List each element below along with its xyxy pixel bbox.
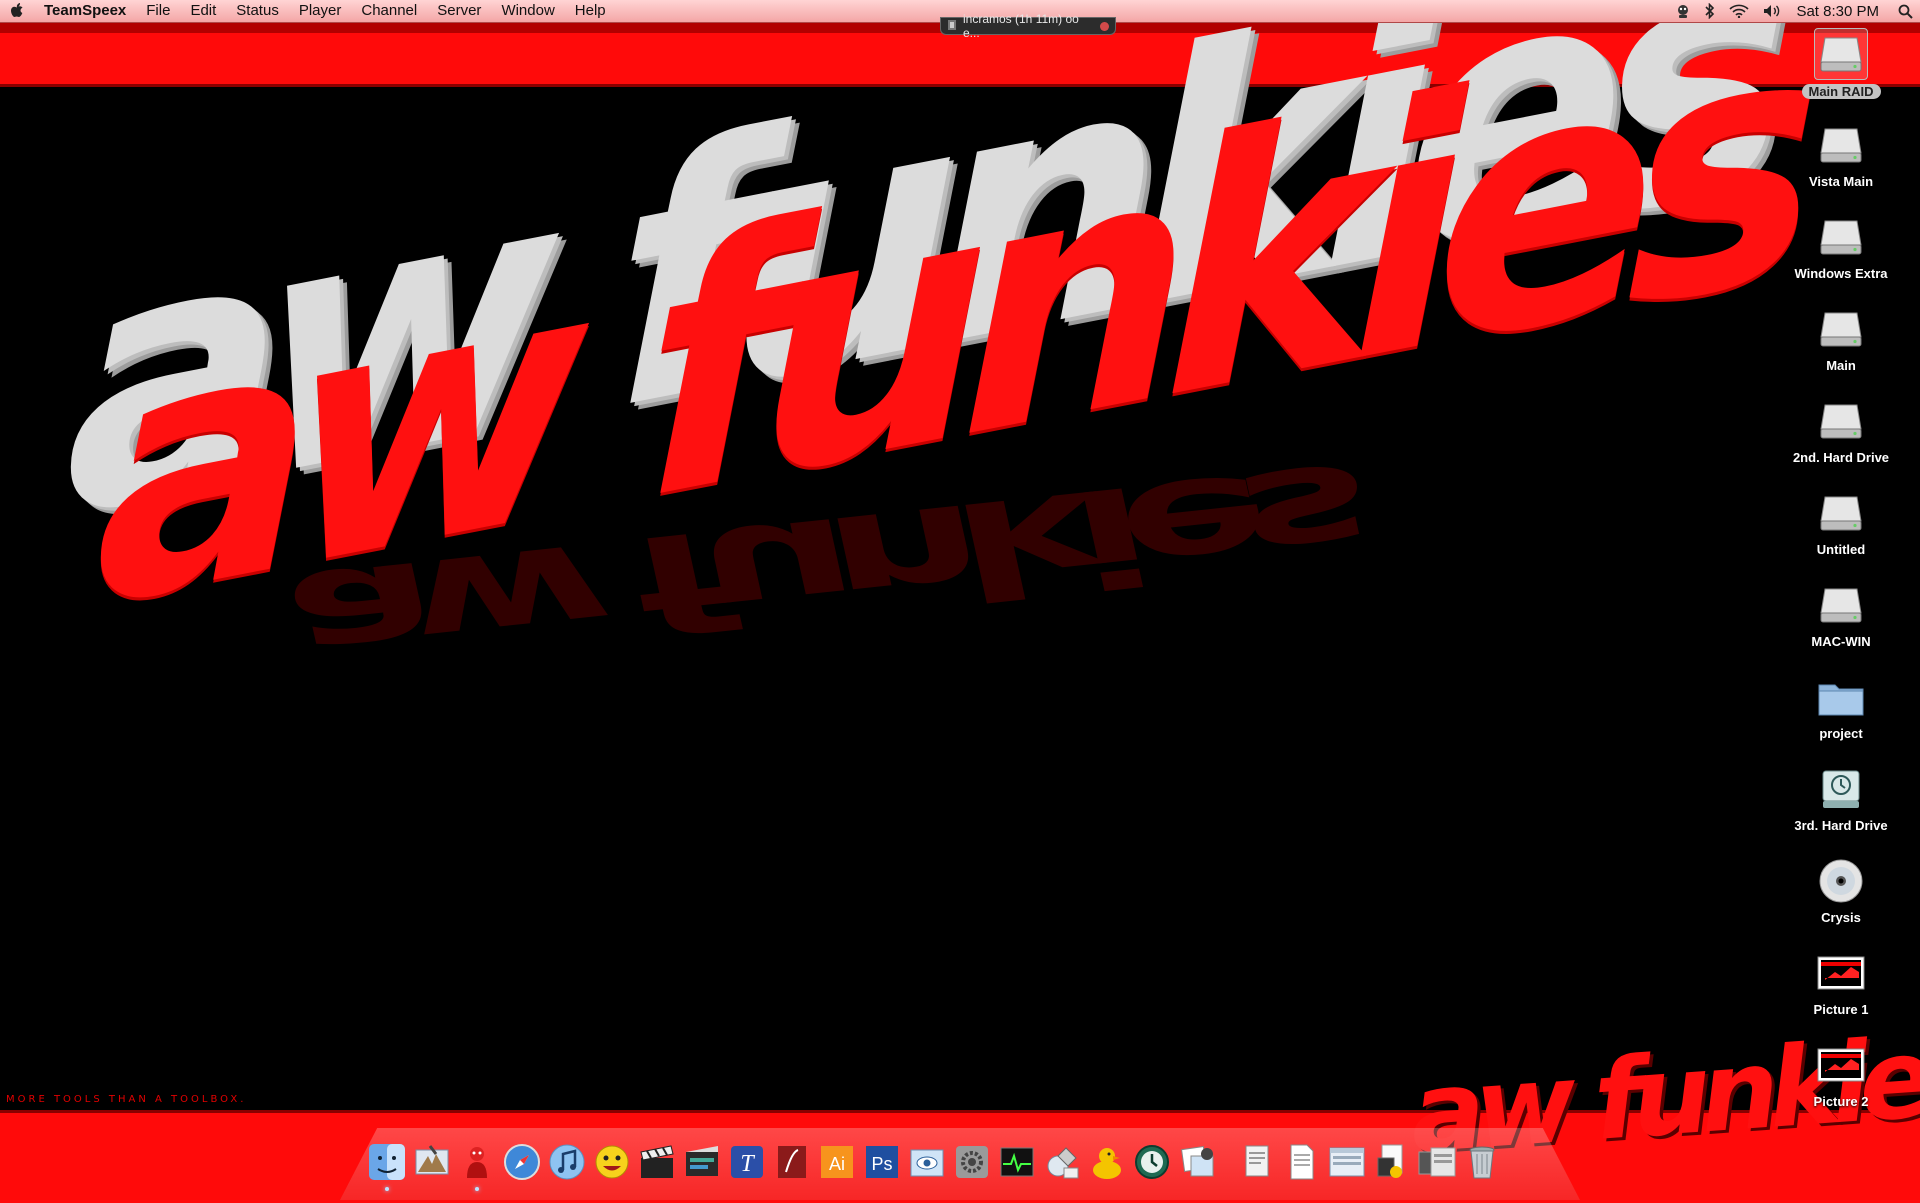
menu-channel[interactable]: Channel bbox=[351, 0, 427, 22]
wifi-icon[interactable] bbox=[1722, 4, 1756, 18]
dock-illustrator-icon[interactable]: Ai bbox=[816, 1140, 858, 1184]
hard-drive-icon bbox=[1815, 304, 1867, 354]
volume-icon[interactable] bbox=[1756, 4, 1788, 18]
hard-drive-icon bbox=[1815, 580, 1867, 630]
desktop-icon-2nd-hard-drive[interactable]: 2nd. Hard Drive bbox=[1790, 396, 1892, 465]
menu-help[interactable]: Help bbox=[565, 0, 616, 22]
dock-system-preferences-icon[interactable] bbox=[951, 1140, 993, 1184]
spotlight-search-icon[interactable] bbox=[1891, 4, 1920, 19]
dock-messenger-icon[interactable] bbox=[591, 1140, 633, 1184]
running-indicator bbox=[475, 1187, 479, 1191]
dock-document-stack-icon[interactable] bbox=[1236, 1140, 1278, 1184]
hard-drive-icon bbox=[1815, 396, 1867, 446]
dock-finder-icon[interactable] bbox=[366, 1140, 408, 1191]
menu-app-name[interactable]: TeamSpeex bbox=[34, 0, 136, 22]
dock-window-stack-icon[interactable] bbox=[1326, 1140, 1368, 1184]
dock-iphoto-icon[interactable] bbox=[1176, 1140, 1218, 1184]
desktop-icon-vista-main[interactable]: Vista Main bbox=[1790, 120, 1892, 189]
desktop-icon-3rd-hard-drive[interactable]: 3rd. Hard Drive bbox=[1790, 764, 1892, 833]
dock-multi-window-icon[interactable] bbox=[1416, 1140, 1458, 1184]
dock-mail-icon[interactable] bbox=[411, 1140, 453, 1184]
dock-folder-stack-icon[interactable] bbox=[1371, 1140, 1413, 1184]
dock-trash-icon[interactable] bbox=[1461, 1140, 1503, 1184]
desktop-icon-picture-1[interactable]: Picture 1 bbox=[1790, 948, 1892, 1017]
dock-safari-icon[interactable] bbox=[501, 1140, 543, 1184]
desktop-icon-project[interactable]: project bbox=[1790, 672, 1892, 741]
skype-status-icon[interactable] bbox=[1668, 3, 1698, 19]
wallpaper-logo: aw funkies aw funkies aw funkies bbox=[40, 0, 1800, 700]
dock-final-cut-icon[interactable] bbox=[681, 1140, 723, 1184]
dock-itunes-icon[interactable] bbox=[546, 1140, 588, 1184]
dock-activity-monitor-icon[interactable] bbox=[996, 1140, 1038, 1184]
hard-drive-icon bbox=[1815, 488, 1867, 538]
svg-text:Ai: Ai bbox=[829, 1154, 845, 1174]
status-area: Sat 8:30 PM bbox=[1668, 0, 1920, 22]
desktop-icon-picture-2[interactable]: Picture 2 bbox=[1790, 1040, 1892, 1109]
notification-app-icon bbox=[947, 19, 957, 34]
dock-network-utility-icon[interactable] bbox=[1041, 1140, 1083, 1184]
svg-text:Ps: Ps bbox=[871, 1154, 892, 1174]
notification-close-icon[interactable] bbox=[1100, 21, 1109, 31]
svg-text:T: T bbox=[740, 1151, 755, 1177]
menu-player[interactable]: Player bbox=[289, 0, 352, 22]
desktop-icon-untitled[interactable]: Untitled bbox=[1790, 488, 1892, 557]
growl-notification[interactable]: incramos (1h 11m) oo e... bbox=[940, 12, 1116, 40]
menu-file[interactable]: File bbox=[136, 0, 180, 22]
running-indicator bbox=[385, 1187, 389, 1191]
notification-text: incramos (1h 11m) oo e... bbox=[963, 12, 1079, 40]
menu-server[interactable]: Server bbox=[427, 0, 491, 22]
desktop-icon-main-raid[interactable]: Main RAID bbox=[1790, 28, 1892, 101]
dock-rtf-document-icon[interactable] bbox=[1281, 1140, 1323, 1184]
time-machine-drive-icon bbox=[1815, 764, 1867, 814]
dock-clapper-icon[interactable] bbox=[636, 1140, 678, 1184]
image-file-icon bbox=[1815, 948, 1867, 998]
menu-clock[interactable]: Sat 8:30 PM bbox=[1788, 3, 1891, 20]
dock-illustrator-alt-icon[interactable] bbox=[771, 1140, 813, 1184]
dock-preview-icon[interactable] bbox=[906, 1140, 948, 1184]
wallpaper-tagline: MORE TOOLS THAN A TOOLBOX. bbox=[6, 1094, 247, 1105]
dock-text-editor-icon[interactable]: T bbox=[726, 1140, 768, 1184]
dock: T Ai Ps bbox=[366, 1140, 1503, 1191]
desktop-icon-mac-win[interactable]: MAC-WIN bbox=[1790, 580, 1892, 649]
folder-icon bbox=[1815, 672, 1867, 722]
dock-photoshop-icon[interactable]: Ps bbox=[861, 1140, 903, 1184]
hard-drive-icon bbox=[1815, 212, 1867, 262]
menu-status[interactable]: Status bbox=[226, 0, 289, 22]
menu-edit[interactable]: Edit bbox=[180, 0, 226, 22]
apple-menu-icon[interactable] bbox=[0, 3, 34, 19]
hard-drive-icon bbox=[1815, 120, 1867, 170]
dvd-disc-icon bbox=[1815, 856, 1867, 906]
dock-teamspeak-icon[interactable] bbox=[456, 1140, 498, 1191]
image-file-icon bbox=[1815, 1040, 1867, 1090]
desktop-icon-main[interactable]: Main bbox=[1790, 304, 1892, 373]
desktop-icon-windows-extra[interactable]: Windows Extra bbox=[1790, 212, 1892, 281]
desktop-icon-crysis[interactable]: Crysis bbox=[1790, 856, 1892, 925]
dock-time-machine-icon[interactable] bbox=[1131, 1140, 1173, 1184]
menu-window[interactable]: Window bbox=[491, 0, 564, 22]
bluetooth-icon[interactable] bbox=[1698, 3, 1722, 19]
hard-drive-icon bbox=[1814, 28, 1868, 80]
dock-adium-icon[interactable] bbox=[1086, 1140, 1128, 1184]
